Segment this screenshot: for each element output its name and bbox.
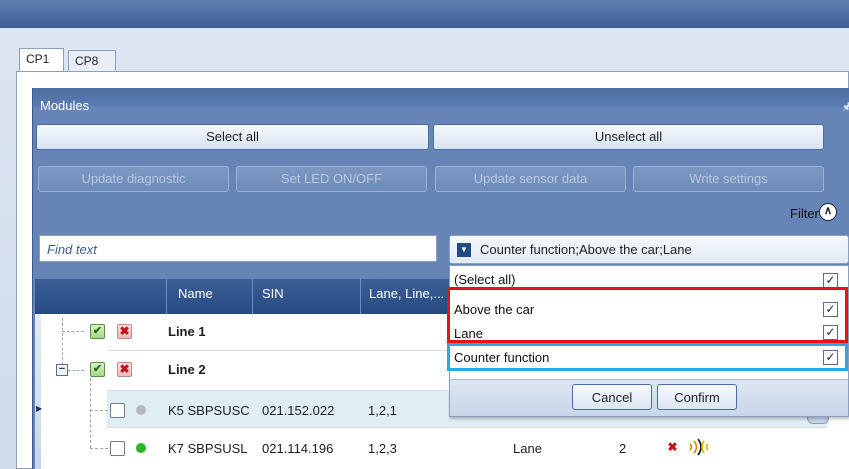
column-header-sin[interactable]: SIN xyxy=(262,286,284,301)
unselect-all-button[interactable]: Unselect all xyxy=(433,124,824,150)
dropdown-arrow-icon[interactable]: ▼ xyxy=(457,243,471,257)
k5-name: K5 SBPSUSC xyxy=(168,403,250,418)
row-divider xyxy=(107,427,827,428)
write-settings-button[interactable]: Write settings xyxy=(633,166,824,192)
line2-name: Line 2 xyxy=(168,362,206,377)
k5-sin: 021.152.022 xyxy=(262,403,335,418)
k5-lane-line: 1,2,1 xyxy=(368,403,397,418)
select-all-button[interactable]: Select all xyxy=(36,124,429,150)
line1-remove-icon[interactable]: ✖ xyxy=(117,324,132,339)
cancel-button[interactable]: Cancel xyxy=(572,384,652,410)
line2-remove-icon[interactable]: ✖ xyxy=(117,362,132,377)
line1-checkbox[interactable]: ✔ xyxy=(90,324,105,339)
k7-sin: 021.114.196 xyxy=(262,441,334,456)
row-divider xyxy=(107,350,447,351)
tab-cp1-label: CP1 xyxy=(26,52,50,66)
k5-status-dot xyxy=(136,405,146,415)
column-header-lane-line[interactable]: Lane, Line,... xyxy=(369,286,444,301)
current-row-indicator-icon: ▶ xyxy=(36,404,43,413)
tree-line xyxy=(90,448,108,449)
filter-item-select-all-checkbox[interactable]: ✓ xyxy=(823,273,838,288)
collapse-icon[interactable]: − xyxy=(56,364,68,376)
highlight-box-red xyxy=(447,287,848,343)
filter-combo[interactable]: Counter function;Above the car;Lane xyxy=(449,235,849,264)
header-separator xyxy=(360,279,361,314)
tab-cp8[interactable]: CP8 xyxy=(68,50,116,72)
tree-line xyxy=(62,331,84,332)
row-selector-column xyxy=(35,314,41,469)
set-led-button[interactable]: Set LED ON/OFF xyxy=(236,166,427,192)
tree-line xyxy=(68,370,84,371)
highlight-box-blue xyxy=(447,343,848,371)
header-separator xyxy=(252,279,253,314)
row-divider xyxy=(107,390,447,391)
tab-cp1[interactable]: CP1 xyxy=(19,48,64,72)
tab-cp8-label: CP8 xyxy=(75,54,99,68)
k7-lane-line: 1,2,3 xyxy=(368,441,397,456)
k7-count: 2 xyxy=(619,441,627,456)
sensor-wave-icon xyxy=(688,437,714,460)
k7-checkbox[interactable] xyxy=(110,441,125,456)
column-header-name[interactable]: Name xyxy=(178,286,213,301)
update-diagnostic-button[interactable]: Update diagnostic xyxy=(38,166,229,192)
find-text-input[interactable]: Find text xyxy=(39,235,437,262)
k7-status-dot xyxy=(136,443,146,453)
k7-type: Lane xyxy=(513,441,542,456)
modules-title: Modules xyxy=(40,98,90,113)
tree-line xyxy=(90,378,91,448)
filter-item-select-all[interactable]: (Select all) xyxy=(454,272,515,287)
k5-checkbox[interactable] xyxy=(110,403,125,418)
window-titlebar xyxy=(0,0,849,28)
tree-line xyxy=(90,410,108,411)
update-sensor-data-button[interactable]: Update sensor data xyxy=(435,166,626,192)
k7-name: K7 SBPSUSL xyxy=(168,441,248,456)
k7-error-icon: ✖ xyxy=(665,441,680,456)
filter-combo-value: Counter function;Above the car;Lane xyxy=(480,242,692,257)
header-separator xyxy=(166,279,167,314)
sensor-wave-svg xyxy=(689,438,709,456)
chevron-up-icon[interactable]: ∧ xyxy=(819,203,837,221)
line1-name: Line 1 xyxy=(168,324,206,339)
pin-icon[interactable]: 🖈 xyxy=(842,98,849,117)
confirm-button[interactable]: Confirm xyxy=(657,384,737,410)
filter-label: Filter xyxy=(790,206,819,221)
line2-checkbox[interactable]: ✔ xyxy=(90,362,105,377)
